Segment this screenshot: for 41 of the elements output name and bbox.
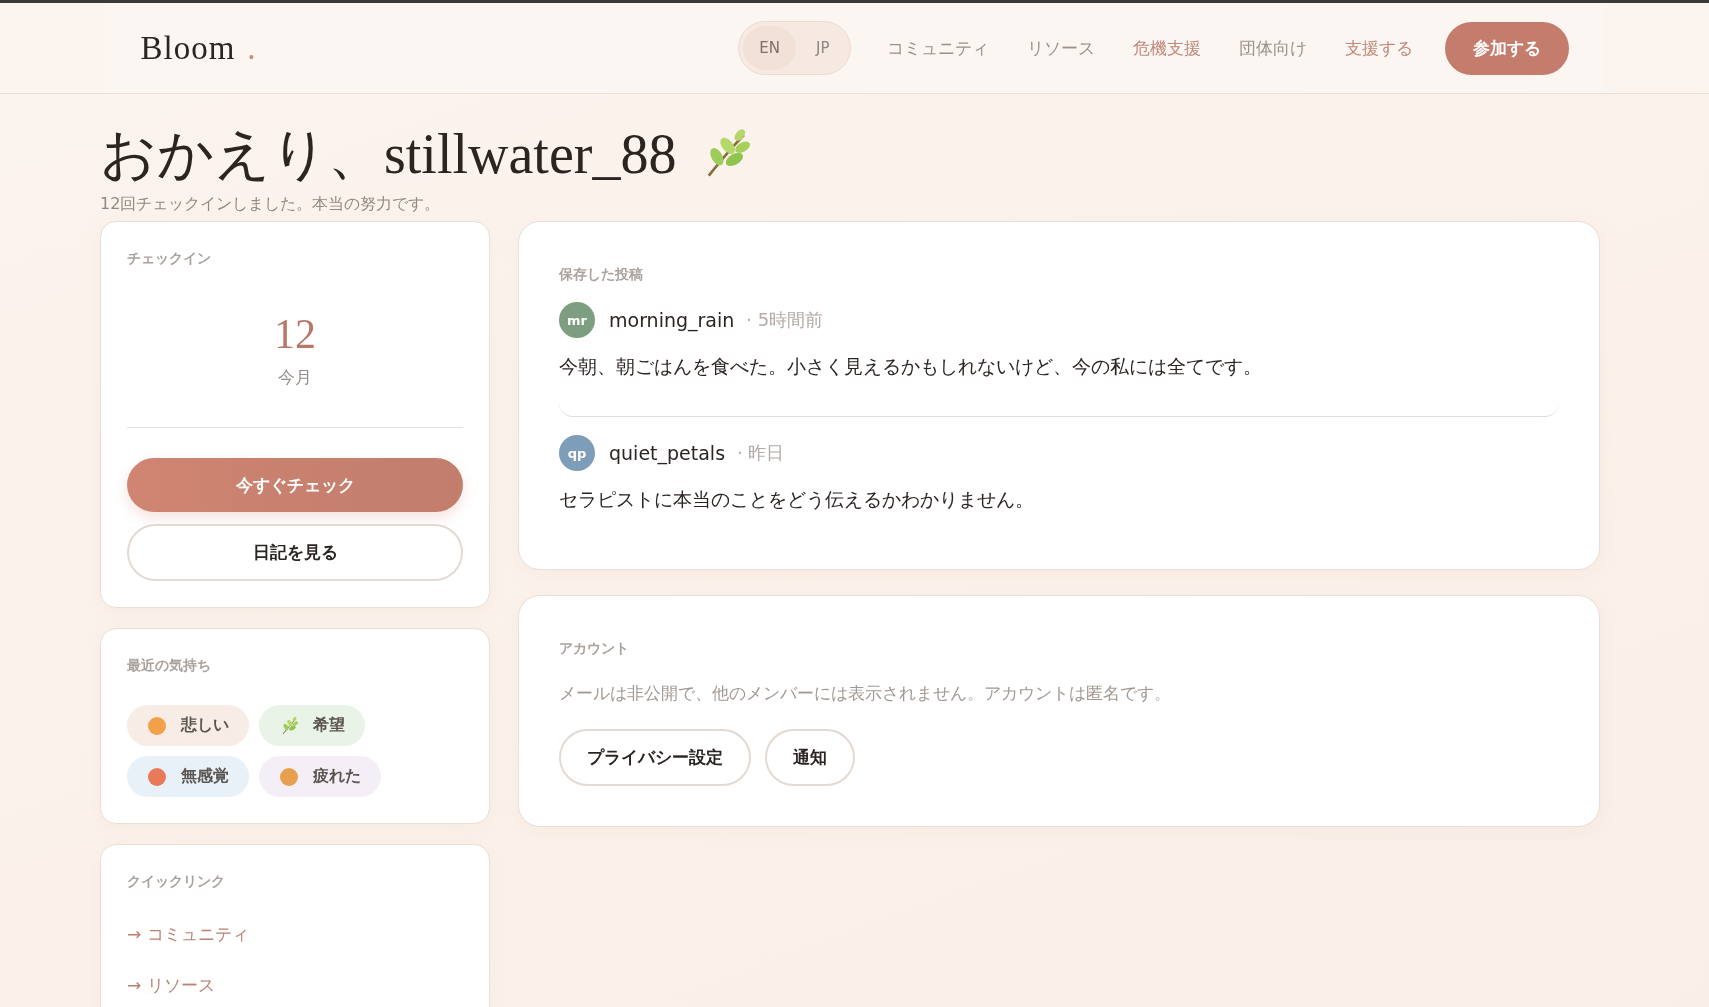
card-heading: 保存した投稿 (559, 266, 644, 284)
emoji-icon (279, 766, 299, 787)
card-heading: アカウント (559, 640, 630, 658)
post-text: 今朝、朝ごはんを食べた。小さく見えるかもしれないけど、今の私には全てです。 (559, 355, 1263, 379)
avatar: qp (559, 435, 595, 471)
mood-chip[interactable]: 悲しい (127, 705, 249, 746)
account-button[interactable]: プライバシー設定 (559, 729, 751, 786)
post-time: · 昨日 (737, 441, 785, 465)
card-heading: クイックリンク (127, 873, 226, 891)
subtitle: 12回チェックインしました。本当の努力です。 (100, 194, 442, 215)
logo-dot: . (247, 29, 257, 67)
nav-link[interactable]: コミュニティ (880, 36, 995, 60)
author-name[interactable]: morning_rain (609, 309, 735, 331)
emoji-icon (147, 715, 167, 736)
quick-link[interactable]: → コミュニティ (127, 923, 463, 946)
checkin-count: 12 (273, 310, 317, 358)
language-option[interactable]: EN (743, 26, 796, 70)
avatar: mr (559, 302, 595, 338)
card-heading: 最近の気持ち (127, 657, 212, 675)
period-label: 今月 (277, 366, 313, 389)
post-time: · 5時間前 (746, 308, 824, 332)
account-note: メールは非公開で、他のメンバーには表示されません。アカウントは匿名です。 (559, 682, 1172, 705)
post-text: セラピストに本当のことをどう伝えるかわかりません。 (559, 488, 1035, 512)
quick-link[interactable]: → リソース (127, 974, 463, 997)
account-button[interactable]: 通知 (765, 729, 855, 786)
nav-link[interactable]: 危機支援 (1126, 36, 1207, 60)
page-title: おかえり、stillwater_88 (100, 122, 677, 186)
mood-chip[interactable]: 希望 (259, 705, 365, 746)
emoji-icon (147, 766, 167, 787)
language-option[interactable]: JP (800, 26, 846, 70)
card-heading: チェックイン (127, 250, 212, 268)
join-button[interactable]: 参加する (1444, 21, 1569, 75)
mood-chip[interactable]: 疲れた (259, 756, 381, 797)
journal-button[interactable]: 日記を見る (127, 524, 463, 581)
logo-text[interactable]: Bloom (140, 29, 236, 67)
check-in-button[interactable]: 今すぐチェック (127, 458, 463, 512)
mood-chip[interactable]: 無感覚 (127, 756, 249, 797)
nav-link[interactable]: 支援する (1338, 36, 1419, 60)
nav-link[interactable]: 団体向け (1232, 36, 1313, 60)
nav-link[interactable]: リソース (1020, 36, 1101, 60)
author-name[interactable]: quiet_petals (609, 442, 726, 464)
